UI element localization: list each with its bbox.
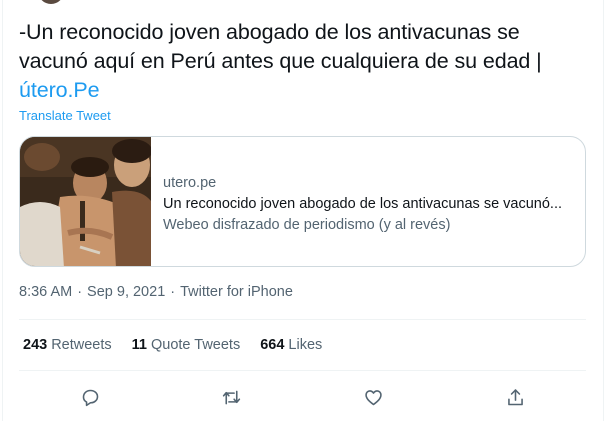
meta-separator: · bbox=[170, 284, 176, 300]
share-button[interactable] bbox=[501, 383, 529, 411]
quote-tweets-count: 11 bbox=[131, 337, 147, 353]
tweet-meta: 8:36 AM · Sep 9, 2021 · Twitter for iPho… bbox=[19, 284, 293, 300]
card-body: utero.pe Un reconocido joven abogado de … bbox=[151, 137, 574, 266]
quote-tweets-stat[interactable]: 11 Quote Tweets bbox=[132, 337, 241, 353]
retweet-button[interactable] bbox=[217, 383, 245, 411]
retweet-icon bbox=[222, 390, 240, 404]
quote-tweets-label: Quote Tweets bbox=[151, 337, 241, 353]
meta-separator: · bbox=[77, 284, 83, 300]
tweet-source[interactable]: Twitter for iPhone bbox=[180, 284, 293, 300]
share-icon bbox=[507, 388, 523, 405]
tweet-link[interactable]: útero.Pe bbox=[19, 78, 100, 102]
translate-tweet-link[interactable]: Translate Tweet bbox=[19, 108, 111, 123]
likes-label: Likes bbox=[288, 337, 323, 353]
tweet-stats: 243 Retweets 11 Quote Tweets 664 Likes bbox=[23, 337, 322, 353]
tweet-text: -Un reconocido joven abogado de los anti… bbox=[19, 18, 589, 105]
card-thumbnail bbox=[20, 137, 151, 266]
tweet-actions bbox=[19, 383, 586, 411]
divider bbox=[19, 370, 586, 371]
avatar[interactable] bbox=[38, 0, 64, 4]
tweet-date[interactable]: Sep 9, 2021 bbox=[87, 284, 165, 300]
card-thumbnail-painting bbox=[20, 137, 151, 266]
like-button[interactable] bbox=[359, 383, 387, 411]
retweets-count: 243 bbox=[23, 337, 48, 353]
card-description: Webeo disfrazado de periodismo (y al rev… bbox=[163, 217, 451, 233]
frame-left-border bbox=[2, 0, 3, 421]
card-title: Un reconocido joven abogado de los antiv… bbox=[163, 196, 563, 212]
frame-right-border bbox=[603, 0, 604, 421]
retweets-label: Retweets bbox=[51, 337, 112, 353]
reply-icon bbox=[82, 389, 98, 406]
retweets-stat[interactable]: 243 Retweets bbox=[23, 337, 112, 353]
heart-icon bbox=[364, 389, 382, 405]
reply-button[interactable] bbox=[76, 383, 104, 411]
link-card[interactable]: utero.pe Un reconocido joven abogado de … bbox=[19, 136, 586, 267]
likes-count: 664 bbox=[260, 337, 285, 353]
tweet-body: -Un reconocido joven abogado de los anti… bbox=[19, 20, 542, 73]
card-domain: utero.pe bbox=[163, 175, 217, 191]
likes-stat[interactable]: 664 Likes bbox=[260, 337, 322, 353]
tweet-time[interactable]: 8:36 AM bbox=[19, 284, 72, 300]
divider bbox=[19, 319, 586, 320]
